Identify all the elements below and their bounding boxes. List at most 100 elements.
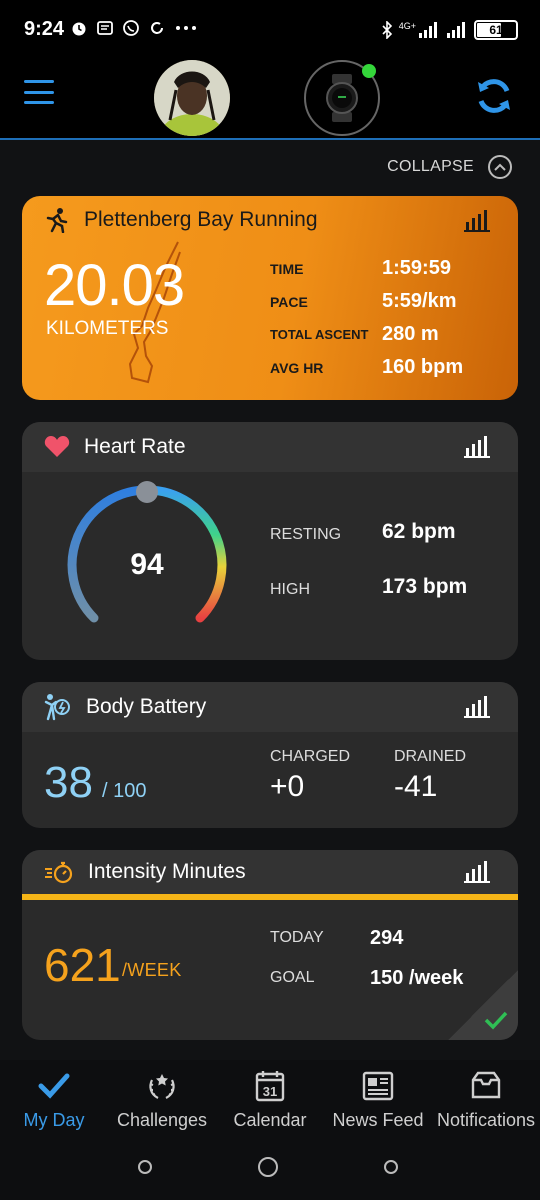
whatsapp-icon [123, 20, 139, 36]
nav-news-feed[interactable]: News Feed [324, 1060, 432, 1140]
heart-rate-value: 94 [130, 548, 164, 581]
watch-icon [326, 74, 358, 122]
running-card-header: Plettenberg Bay Running [22, 196, 518, 244]
running-icon [46, 208, 68, 233]
calendar-icon: 31 [255, 1071, 285, 1102]
nav-label: Notifications [436, 1110, 536, 1130]
run-stat-row: TOTAL ASCENT 280 m [270, 318, 463, 351]
heart-rate-card[interactable]: Heart Rate 94 RESTING 62 bpm HIGH 173 bp… [22, 422, 518, 660]
body-battery-max: / 100 [102, 780, 147, 802]
nav-notifications[interactable]: Notifications [432, 1060, 540, 1140]
message-icon [97, 21, 113, 35]
loading-icon [151, 22, 163, 34]
nav-challenges[interactable]: Challenges [108, 1060, 216, 1140]
run-stat-label: PACE [270, 293, 308, 310]
stopwatch-icon [45, 861, 73, 884]
hr-stat-label: HIGH [270, 581, 310, 598]
run-distance-unit: KILOMETERS [46, 318, 169, 339]
nav-label: Calendar [233, 1110, 307, 1130]
collapse-label: COLLAPSE [387, 158, 474, 175]
run-stat-label: TIME [270, 260, 304, 277]
stats-chart-icon[interactable] [464, 436, 490, 458]
charged-stat: CHARGED +0 [270, 748, 350, 804]
charged-value: +0 [270, 770, 305, 803]
body-battery-card[interactable]: Body Battery 38 / 100 CHARGED +0 DRAINED… [22, 682, 518, 828]
intensity-title: Intensity Minutes [88, 860, 246, 883]
stats-chart-icon[interactable] [464, 861, 490, 883]
newspaper-icon [362, 1071, 394, 1101]
status-right-icons: 4G+ 61 [381, 20, 518, 40]
laurel-icon [149, 1074, 175, 1099]
intensity-minutes-card[interactable]: Intensity Minutes 621 /WEEK TODAY 294 GO… [22, 850, 518, 1040]
intensity-progress-bar [22, 894, 518, 900]
battery-level: 61 [489, 23, 503, 37]
collapse-button[interactable]: COLLAPSE [387, 155, 512, 179]
run-stat-value: 5:59/km [382, 290, 457, 312]
run-stat-value: 160 bpm [382, 356, 464, 378]
bluetooth-icon [382, 21, 392, 39]
body-battery-title: Body Battery [86, 695, 207, 718]
stats-chart-icon[interactable] [464, 210, 490, 232]
network-type: 4G+ [398, 21, 416, 31]
im-stat-value: 294 [370, 926, 404, 949]
run-stat-value: 280 m [382, 323, 439, 345]
run-stats: TIME 1:59:59 PACE 5:59/km TOTAL ASCENT 2… [270, 252, 463, 384]
signal-icon-1 [419, 22, 437, 38]
drained-stat: DRAINED -41 [394, 748, 466, 804]
body-battery-header: Body Battery [22, 682, 518, 732]
heart-rate-header: Heart Rate [22, 422, 518, 472]
nav-label: My Day [23, 1110, 85, 1130]
bottom-navigation: My Day Challenges 31 Calendar News Feed … [0, 1060, 540, 1140]
intensity-unit: /WEEK [122, 960, 182, 980]
body-battery-icon [44, 694, 70, 721]
hr-stat-label: RESTING [270, 526, 342, 543]
status-bar: 9:24 4G+ 61 [0, 0, 540, 60]
system-recents-button[interactable] [384, 1160, 398, 1174]
im-stat-label: TODAY [270, 929, 324, 946]
device-connected-dot [362, 64, 376, 78]
watch-device-icon[interactable] [304, 60, 380, 136]
battery-indicator: 61 [474, 20, 518, 40]
sync-icon[interactable] [472, 74, 516, 118]
drained-label: DRAINED [394, 748, 467, 765]
status-time: 9:24 [24, 18, 65, 40]
nav-label: News Feed [332, 1110, 424, 1130]
checkmark-icon [38, 1073, 70, 1099]
im-stat-label: GOAL [270, 969, 315, 986]
chevron-up-icon [488, 155, 512, 179]
hr-stat-value: 173 bpm [382, 575, 468, 598]
running-activity-card[interactable]: Plettenberg Bay Running 20.03 KILOMETERS… [22, 196, 518, 400]
heart-rate-stats: RESTING 62 bpm HIGH 173 bpm [270, 520, 467, 630]
status-left-icons [70, 19, 198, 37]
running-title: Plettenberg Bay Running [84, 208, 318, 231]
heart-icon [44, 436, 70, 457]
alarm-icon [72, 22, 86, 36]
body-battery-value: 38 [44, 758, 93, 807]
hr-stat-row: RESTING 62 bpm [270, 520, 467, 575]
run-stat-row: TIME 1:59:59 [270, 252, 463, 285]
hamburger-menu-icon[interactable] [24, 80, 54, 104]
nav-calendar[interactable]: 31 Calendar [216, 1060, 324, 1140]
system-back-button[interactable] [138, 1160, 152, 1174]
system-navigation-bar [0, 1140, 540, 1200]
user-avatar[interactable] [154, 60, 230, 136]
run-stat-value: 1:59:59 [382, 257, 451, 279]
im-stat-row: GOAL 150 /week [270, 958, 463, 998]
signal-icon-2 [447, 22, 465, 38]
heart-rate-title: Heart Rate [84, 435, 186, 458]
intensity-stats: TODAY 294 GOAL 150 /week [270, 918, 463, 998]
calendar-day: 31 [263, 1084, 277, 1099]
more-dots-icon [176, 26, 196, 30]
hr-stat-value: 62 bpm [382, 520, 456, 543]
nav-my-day[interactable]: My Day [0, 1060, 108, 1140]
nav-label: Challenges [116, 1110, 208, 1130]
run-stat-row: PACE 5:59/km [270, 285, 463, 318]
im-stat-row: TODAY 294 [270, 918, 463, 958]
app-header [0, 60, 540, 140]
intensity-header: Intensity Minutes [22, 850, 518, 894]
run-stat-row: AVG HR 160 bpm [270, 351, 463, 384]
stats-chart-icon[interactable] [464, 696, 490, 718]
run-stat-label: TOTAL ASCENT [270, 327, 369, 342]
system-home-button[interactable] [258, 1157, 278, 1177]
charged-label: CHARGED [270, 748, 351, 765]
